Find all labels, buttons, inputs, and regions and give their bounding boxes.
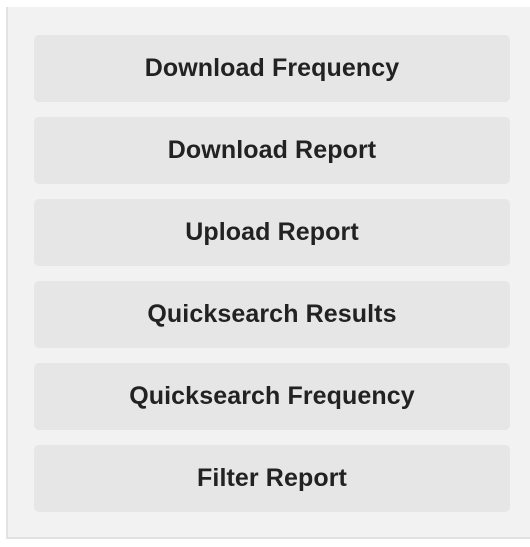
- filter-report-button[interactable]: Filter Report: [34, 445, 510, 512]
- quicksearch-results-button[interactable]: Quicksearch Results: [34, 281, 510, 348]
- filter-report-label: Filter Report: [197, 464, 347, 492]
- upload-report-button[interactable]: Upload Report: [34, 199, 510, 266]
- download-frequency-label: Download Frequency: [144, 54, 400, 82]
- download-report-label: Download Report: [167, 136, 377, 164]
- upload-report-label: Upload Report: [185, 218, 359, 246]
- quicksearch-results-label: Quicksearch Results: [147, 300, 397, 328]
- download-frequency-button[interactable]: Download Frequency: [34, 35, 510, 102]
- quicksearch-frequency-button[interactable]: Quicksearch Frequency: [34, 363, 510, 430]
- download-report-button[interactable]: Download Report: [34, 117, 510, 184]
- report-button-list: Download Frequency Download Report Uploa…: [34, 35, 510, 512]
- quicksearch-frequency-label: Quicksearch Frequency: [129, 382, 415, 410]
